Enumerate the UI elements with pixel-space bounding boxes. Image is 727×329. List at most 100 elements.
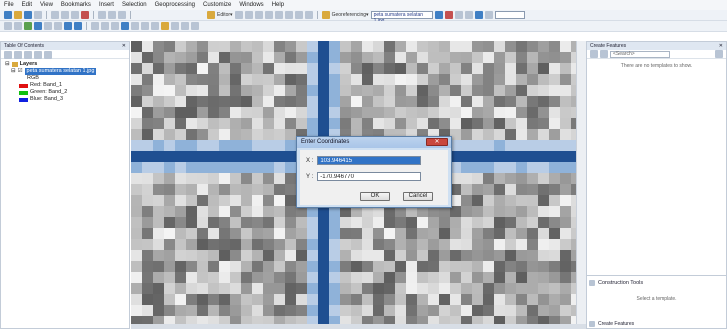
copy-icon[interactable]: [61, 11, 69, 19]
forward-icon[interactable]: [74, 22, 82, 30]
search-options-icon[interactable]: [715, 50, 723, 58]
toc-close-icon[interactable]: ✕: [122, 42, 126, 50]
raster-cell: [538, 261, 549, 272]
map-vertical-scrollbar[interactable]: [576, 41, 586, 324]
raster-cell: [274, 239, 285, 250]
menu-item-customize[interactable]: Customize: [203, 2, 231, 8]
dialog-close-button[interactable]: ✕: [426, 138, 448, 146]
georeferencing-icon[interactable]: [321, 11, 330, 19]
find-icon[interactable]: [161, 22, 169, 30]
fixed-zoom-in-icon[interactable]: [44, 22, 52, 30]
raster-cell: [263, 316, 274, 324]
list-by-selection-icon[interactable]: [34, 51, 42, 59]
back-icon[interactable]: [64, 22, 72, 30]
raster-layer-node[interactable]: ⊟ ☑ peta sumatera selatan 1.jpg: [5, 68, 125, 75]
band-row[interactable]: Green: Band_2: [5, 89, 125, 96]
list-by-source-icon[interactable]: [14, 51, 22, 59]
list-by-drawing-order-icon[interactable]: [4, 51, 12, 59]
raster-cell: [131, 151, 142, 162]
pan-icon[interactable]: [24, 22, 32, 30]
time-slider-icon[interactable]: [181, 22, 189, 30]
trace-icon[interactable]: [254, 11, 263, 19]
band-row[interactable]: Blue: Band_3: [5, 96, 125, 103]
toc-options-icon[interactable]: [44, 51, 52, 59]
open-folder-icon[interactable]: [14, 11, 22, 19]
layer-visibility-checkbox[interactable]: ☑: [18, 68, 23, 75]
map-horizontal-scrollbar[interactable]: [131, 324, 586, 329]
hyperlink-icon[interactable]: [131, 22, 139, 30]
add-control-points-icon[interactable]: [434, 11, 443, 19]
band-row[interactable]: Red: Band_1: [5, 82, 125, 89]
create-features-icon[interactable]: [304, 11, 313, 19]
identify-icon[interactable]: [121, 22, 129, 30]
sketch-tool-icon[interactable]: [244, 11, 253, 19]
menu-item-edit[interactable]: Edit: [22, 2, 32, 8]
zoom-in-icon[interactable]: [4, 22, 12, 30]
redo-icon[interactable]: [108, 11, 116, 19]
sketch-properties-icon[interactable]: [294, 11, 303, 19]
clear-selection-icon[interactable]: [101, 22, 109, 30]
zoom-out-icon[interactable]: [14, 22, 22, 30]
template-search-input[interactable]: <Search>: [610, 50, 670, 58]
raster-cell: [549, 85, 560, 96]
select-elements-icon[interactable]: [111, 22, 119, 30]
save-icon[interactable]: [24, 11, 32, 19]
fit-to-display-icon[interactable]: [484, 11, 493, 19]
editor-menu[interactable]: Editor▾: [217, 12, 233, 18]
y-coordinate-input[interactable]: [317, 172, 422, 181]
fixed-zoom-out-icon[interactable]: [54, 22, 62, 30]
list-by-visibility-icon[interactable]: [24, 51, 32, 59]
collapse-icon[interactable]: ⊟: [11, 68, 16, 75]
edit-tool-icon[interactable]: [234, 11, 243, 19]
menu-item-geoprocessing[interactable]: Geoprocessing: [155, 2, 195, 8]
new-map-icon[interactable]: [4, 11, 12, 19]
undo-icon[interactable]: [98, 11, 106, 19]
paste-icon[interactable]: [71, 11, 79, 19]
cut-icon[interactable]: [51, 11, 59, 19]
cancel-button[interactable]: Cancel: [403, 192, 433, 201]
viewer-window-icon[interactable]: [191, 22, 199, 30]
print-icon[interactable]: [34, 11, 42, 19]
full-extent-icon[interactable]: [34, 22, 42, 30]
menu-item-view[interactable]: View: [40, 2, 53, 8]
create-features-tab[interactable]: Create Features: [589, 321, 634, 327]
raster-cell: [142, 52, 153, 63]
organize-templates-icon[interactable]: [590, 50, 598, 58]
filter-icon[interactable]: [600, 50, 608, 58]
georef-layer-select[interactable]: peta sumatera selatan 1.jpg: [370, 11, 433, 24]
menu-item-file[interactable]: File: [4, 2, 14, 8]
raster-cell: [208, 107, 219, 118]
select-features-icon[interactable]: [91, 22, 99, 30]
go-to-xy-icon[interactable]: [171, 22, 179, 30]
editor-icon[interactable]: [207, 11, 215, 19]
x-coordinate-input[interactable]: [317, 156, 422, 165]
shift-icon[interactable]: [464, 11, 473, 19]
rotate-layer-icon[interactable]: [454, 11, 463, 19]
rotate-icon[interactable]: [274, 11, 283, 19]
html-popup-icon[interactable]: [141, 22, 149, 30]
ok-button[interactable]: OK: [360, 192, 390, 201]
raster-layer-label[interactable]: peta sumatera selatan 1.jpg: [24, 68, 97, 75]
menu-item-selection[interactable]: Selection: [122, 2, 147, 8]
menu-item-help[interactable]: Help: [272, 2, 284, 8]
measure-icon[interactable]: [151, 22, 159, 30]
add-data-icon[interactable]: [118, 11, 126, 19]
create-features-close-icon[interactable]: ✕: [719, 42, 723, 50]
raster-cell: [197, 305, 208, 316]
menu-item-windows[interactable]: Windows: [239, 2, 263, 8]
link-table-icon[interactable]: [444, 11, 453, 19]
raster-cell: [439, 272, 450, 283]
menu-item-bookmarks[interactable]: Bookmarks: [61, 2, 91, 8]
raster-cell: [527, 206, 538, 217]
attributes-icon[interactable]: [284, 11, 293, 19]
view-link-table-icon[interactable]: [474, 11, 483, 19]
split-icon[interactable]: [264, 11, 273, 19]
georeferencing-menu[interactable]: Georeferencing▾: [332, 12, 369, 18]
raster-cell: [164, 52, 175, 63]
scale-combo[interactable]: [494, 11, 525, 19]
menu-item-insert[interactable]: Insert: [99, 2, 114, 8]
layers-node[interactable]: ⊟ Layers: [5, 61, 125, 68]
raster-cell: [560, 294, 571, 305]
delete-icon[interactable]: [81, 11, 89, 19]
collapse-icon[interactable]: ⊟: [5, 61, 10, 68]
